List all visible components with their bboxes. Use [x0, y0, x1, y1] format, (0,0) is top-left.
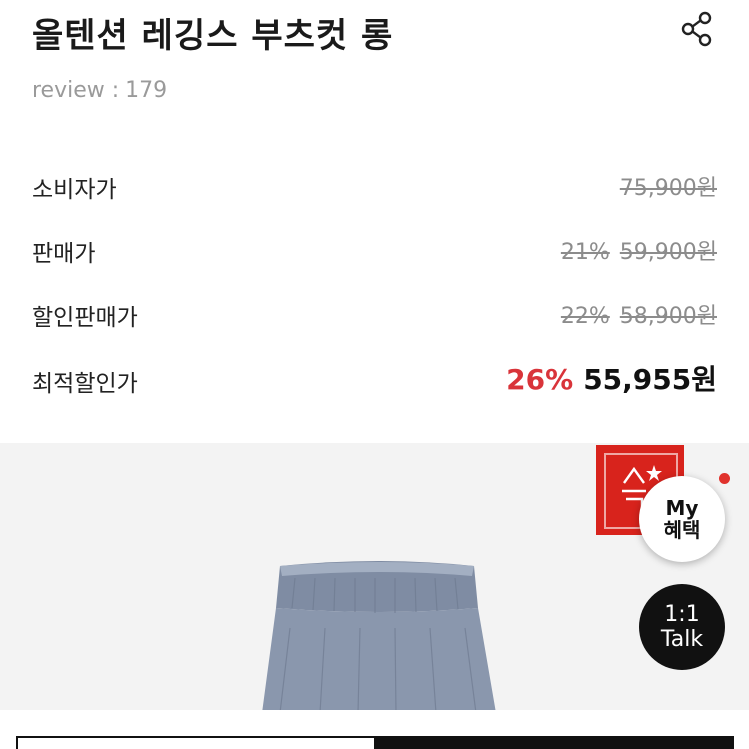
discount-percent: 21% [560, 240, 610, 265]
share-button[interactable] [676, 8, 718, 50]
talk-label-line2: Talk [660, 627, 704, 652]
review-count[interactable]: review :179 [32, 78, 167, 103]
secondary-action-button[interactable] [16, 736, 376, 749]
my-benefit-button[interactable]: My 혜택 [639, 473, 730, 562]
talk-button[interactable]: 1:1 Talk [639, 584, 725, 670]
price-row-discount: 할인판매가 22% 58,900원 [32, 292, 717, 332]
price-value: 59,900원 [619, 240, 717, 265]
discount-percent: 26% [506, 363, 574, 396]
my-benefit-label-line2: 혜택 [663, 518, 701, 542]
bottom-action-bar [0, 710, 749, 749]
product-detail-page: 올텐션 레깅스 부츠컷 롱 review :179 소비자가 75,900원 판… [0, 0, 749, 749]
price-value-group: 22% 58,900원 [561, 298, 717, 330]
price-value-group: 26% 55,955원 [506, 358, 717, 398]
product-image [250, 548, 510, 713]
primary-action-button[interactable] [374, 736, 734, 749]
final-price: 55,955원 [583, 363, 717, 396]
product-title: 올텐션 레깅스 부츠컷 롱 [32, 16, 394, 56]
price-row-best: 최적할인가 26% 55,955원 [32, 356, 717, 398]
price-label: 소비자가 [32, 177, 117, 203]
price-label: 판매가 [32, 241, 96, 267]
price-value-group: 21% 59,900원 [561, 234, 717, 266]
my-benefit-label-line1: My [665, 496, 699, 520]
price-label: 최적할인가 [32, 371, 138, 397]
discount-percent: 22% [560, 304, 610, 329]
review-number: 179 [125, 78, 168, 103]
price-value: 58,900원 [619, 304, 717, 329]
review-label: review : [32, 78, 120, 103]
price-value: 75,900원 [619, 176, 717, 201]
price-row-consumer: 소비자가 75,900원 [32, 164, 717, 204]
notification-dot [719, 473, 730, 484]
talk-label-line1: 1:1 [664, 602, 700, 627]
share-icon [681, 11, 712, 47]
price-row-sale: 판매가 21% 59,900원 [32, 228, 717, 268]
price-label: 할인판매가 [32, 305, 138, 331]
